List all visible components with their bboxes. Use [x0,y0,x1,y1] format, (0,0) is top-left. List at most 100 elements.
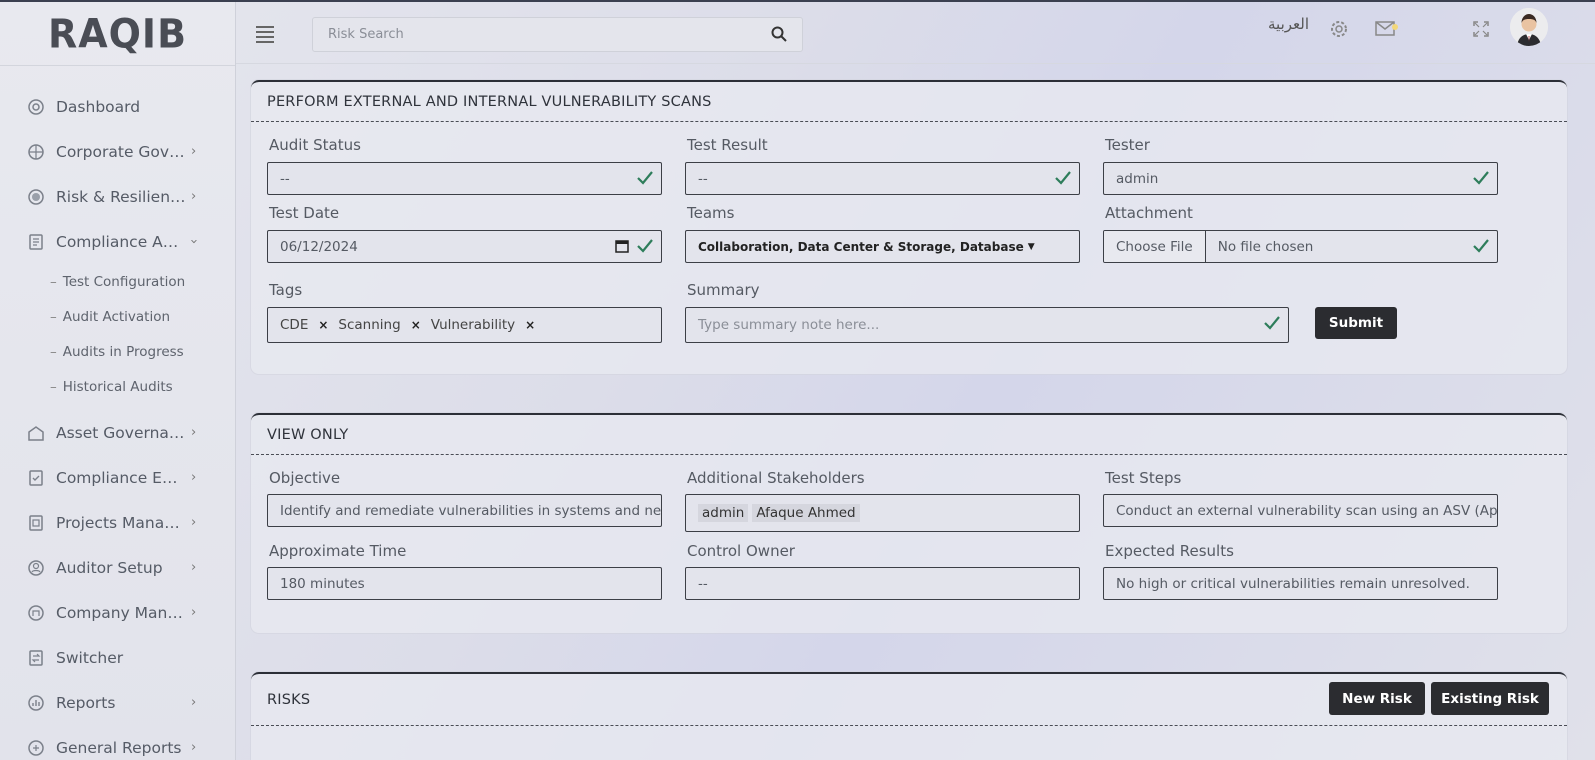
projects-icon [26,513,46,533]
evidence-icon [26,468,46,488]
check-icon [1055,171,1071,189]
objective-label: Objective [269,469,341,487]
chevron-right-icon: › [191,740,197,755]
sidebar-item-label: Corporate Governance [56,142,186,161]
settings-gear-icon[interactable] [1328,18,1350,44]
remove-tag-icon[interactable]: × [411,318,421,332]
control-owner-field: -- [685,567,1080,600]
summary-textarea[interactable]: Type summary note here... [685,307,1289,343]
tag-chip: CDE × [280,317,329,333]
test-result-value: -- [698,170,708,187]
sidebar-item-label: Auditor Setup [56,558,163,577]
dashboard-icon [26,97,46,117]
test-date-label: Test Date [269,204,340,222]
chevron-right-icon: › [191,470,197,485]
submit-button[interactable]: Submit [1315,307,1397,339]
fullscreen-icon[interactable] [1472,20,1490,42]
sidebar-item-corporate-governance[interactable]: Corporate Governance › [0,129,235,174]
test-result-label: Test Result [687,136,768,154]
sidebar-item-label: Dashboard [56,97,141,116]
top-bar: العربية [236,2,1595,64]
auditor-icon [26,558,46,578]
sidebar-item-label: Risk & Resilience [56,187,186,206]
audit-status-label: Audit Status [269,136,361,154]
mail-icon[interactable] [1375,20,1399,42]
tag-chip: Vulnerability × [430,317,536,333]
sidebar-item-label: Reports [56,693,116,712]
choose-file-button[interactable]: Choose File [1104,231,1206,262]
card-title: PERFORM EXTERNAL AND INTERNAL VULNERABIL… [251,82,1567,122]
sidebar-item-dashboard[interactable]: Dashboard [0,84,235,129]
risk-search [312,17,803,52]
objective-value: Identify and remediate vulnerabilities i… [280,502,662,519]
tag-chip: Scanning × [338,317,421,333]
brand-logo[interactable]: RAQIB [0,2,235,66]
remove-tag-icon[interactable]: × [318,318,328,332]
sidebar-item-switcher[interactable]: Switcher [0,635,235,680]
check-icon [637,171,653,189]
control-owner-value: -- [698,575,708,592]
logo-text: RAQIB [47,10,188,57]
sidebar-item-projects-management[interactable]: Projects Management › [0,500,235,545]
chevron-right-icon: › [191,189,197,204]
chevron-right-icon: › [191,425,197,440]
tags-input[interactable]: CDE × Scanning × Vulnerability × [267,307,662,343]
sidebar-subitem-test-configuration[interactable]: – Test Configuration [0,264,235,299]
user-avatar[interactable] [1510,8,1548,46]
chevron-right-icon: › [191,515,197,530]
attachment-label: Attachment [1105,204,1193,222]
existing-risk-button[interactable]: Existing Risk [1431,682,1549,715]
chevron-right-icon: › [191,605,197,620]
test-result-select[interactable]: -- [685,162,1080,195]
switcher-icon [26,648,46,668]
summary-label: Summary [687,281,760,299]
sidebar-subitem-historical-audits[interactable]: – Historical Audits [0,369,235,404]
summary-placeholder: Type summary note here... [698,317,880,333]
menu-toggle-icon[interactable] [256,26,274,46]
file-status: No file chosen [1217,238,1314,255]
remove-tag-icon[interactable]: × [525,318,535,332]
audit-status-select[interactable]: -- [267,162,662,195]
sidebar-subitem-audit-activation[interactable]: – Audit Activation [0,299,235,334]
approx-time-value: 180 minutes [280,575,365,592]
sidebar-item-asset-governance[interactable]: Asset Governance › [0,410,235,455]
check-icon [637,239,653,257]
sidebar-item-label: Compliance Evidence [56,468,186,487]
sidebar-item-risk-resilience[interactable]: Risk & Resilience › [0,174,235,219]
teams-label: Teams [687,204,735,222]
sidebar-item-compliance-evidence[interactable]: Compliance Evidence › [0,455,235,500]
stakeholders-field: admin Afaque Ahmed [685,494,1080,532]
calendar-icon[interactable] [615,239,629,257]
stakeholder-chip: Afaque Ahmed [752,504,860,522]
teams-multiselect[interactable]: Collaboration, Data Center & Storage, Da… [685,230,1080,263]
chevron-right-icon: › [191,144,197,159]
test-date-input[interactable]: 06/12/2024 [267,230,662,263]
objective-field: Identify and remediate vulnerabilities i… [267,494,662,527]
new-risk-button[interactable]: New Risk [1329,682,1425,715]
sidebar-item-auditor-setup[interactable]: Auditor Setup › [0,545,235,590]
language-switch[interactable]: العربية [1268,15,1309,33]
test-steps-field: Conduct an external vulnerability scan u… [1103,494,1498,527]
sidebar-subitem-audits-in-progress[interactable]: – Audits in Progress [0,334,235,369]
company-icon [26,603,46,623]
search-input[interactable] [313,18,753,51]
risks-card: RISKS New Risk Existing Risk [251,672,1567,760]
attachment-input[interactable]: Choose File No file chosen [1103,230,1498,263]
stakeholders-label: Additional Stakeholders [687,469,865,487]
tester-select[interactable]: admin [1103,162,1498,195]
check-icon [1264,316,1280,334]
sidebar: RAQIB Dashboard Corporate Governance › R… [0,2,236,760]
sidebar-item-compliance-assessment[interactable]: Compliance Assessment › [0,219,235,264]
control-owner-label: Control Owner [687,542,795,560]
tags-label: Tags [269,281,303,299]
audit-status-value: -- [280,170,290,187]
caret-down-icon: ▼ [1027,241,1035,252]
sidebar-item-label: Asset Governance [56,423,186,442]
sidebar-item-company-management[interactable]: Company Management › [0,590,235,635]
subitem-label: Historical Audits [62,378,173,395]
governance-icon [26,142,46,162]
search-icon[interactable] [771,26,787,46]
sidebar-item-reports[interactable]: Reports › [0,680,235,725]
sidebar-item-label: Switcher [56,648,124,667]
sidebar-item-general-reports[interactable]: General Reports › [0,725,235,760]
